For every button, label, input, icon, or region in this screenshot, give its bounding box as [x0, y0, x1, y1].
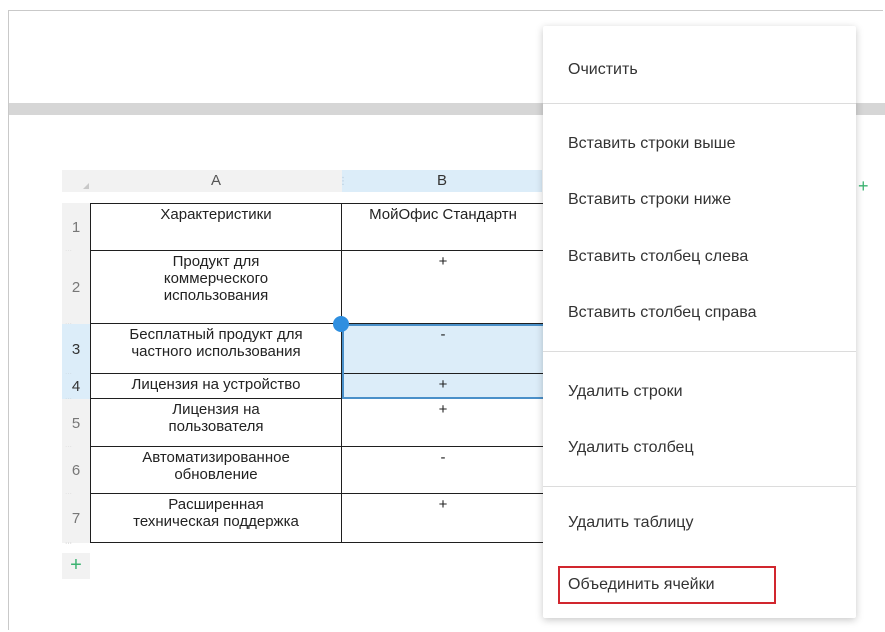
selection-handle[interactable] [333, 316, 349, 332]
menu-item-clear[interactable]: Очистить [568, 60, 638, 80]
add-column-icon[interactable]: + [858, 176, 869, 197]
row-header-5[interactable]: 5··· [62, 399, 90, 451]
cell-a3[interactable]: Бесплатный продукт для частного использо… [90, 324, 342, 374]
cell-a7[interactable]: Расширенная техническая поддержка [90, 494, 342, 543]
cell-a2[interactable]: Продукт для коммерческого использования [90, 251, 342, 324]
menu-item-merge-cells[interactable]: Объединить ячейки [568, 575, 715, 595]
menu-divider [543, 486, 856, 487]
row-header-3[interactable]: 3··· [62, 324, 90, 378]
cell-a4[interactable]: Лицензия на устройство [90, 374, 342, 399]
row-header-4[interactable]: 4··· [62, 374, 90, 403]
menu-divider [543, 103, 856, 104]
select-all-triangle-icon [83, 183, 89, 189]
cell-a6[interactable]: Автоматизированное обновление [90, 447, 342, 494]
cell-a1[interactable]: Характеристики [90, 203, 342, 251]
menu-item-delete-rows[interactable]: Удалить строки [568, 382, 683, 402]
menu-item-insert-rows-below[interactable]: Вставить строки ниже [568, 190, 731, 210]
menu-item-delete-table[interactable]: Удалить таблицу [568, 513, 693, 533]
cell-b6[interactable]: - [342, 447, 544, 494]
row-number: 6 [71, 462, 81, 479]
menu-item-insert-column-left[interactable]: Вставить столбец слева [568, 247, 748, 267]
add-row-icon[interactable]: + [62, 553, 90, 579]
cell-b4[interactable]: + [342, 374, 544, 399]
row-header-6[interactable]: 6··· [62, 447, 90, 498]
row-number: 3 [71, 340, 81, 358]
cell-b3[interactable]: - [342, 324, 544, 374]
menu-divider [543, 351, 856, 352]
cell-b5[interactable]: + [342, 399, 544, 447]
row-header-7[interactable]: 7 ··· [62, 494, 90, 547]
column-header-b[interactable]: B [342, 170, 542, 192]
cell-b7[interactable]: + [342, 494, 544, 543]
menu-item-insert-rows-above[interactable]: Вставить строки выше [568, 134, 736, 154]
cell-a5[interactable]: Лицензия на пользователя [90, 399, 342, 447]
menu-item-delete-column[interactable]: Удалить столбец [568, 438, 694, 458]
row-number: 1 [71, 218, 81, 236]
column-resize-handle-icon[interactable]: ⋮ [338, 176, 348, 187]
context-menu: Очистить Вставить строки выше Вставить с… [543, 26, 856, 618]
menu-item-insert-column-right[interactable]: Вставить столбец справа [568, 303, 756, 323]
cell-b1[interactable]: МойОфис Стандартн [342, 203, 544, 251]
row-number: 2 [71, 279, 81, 296]
column-header-a[interactable]: A [90, 170, 342, 192]
row-header-1[interactable]: 1··· [62, 203, 90, 255]
row-resize-handle-icon[interactable]: ··· [62, 540, 90, 547]
row-header-2[interactable]: 2··· [62, 251, 90, 328]
row-number: 5 [71, 414, 81, 432]
row-number: 4 [71, 378, 81, 395]
cell-b2[interactable]: + [342, 251, 544, 324]
row-number: 7 [71, 510, 81, 527]
